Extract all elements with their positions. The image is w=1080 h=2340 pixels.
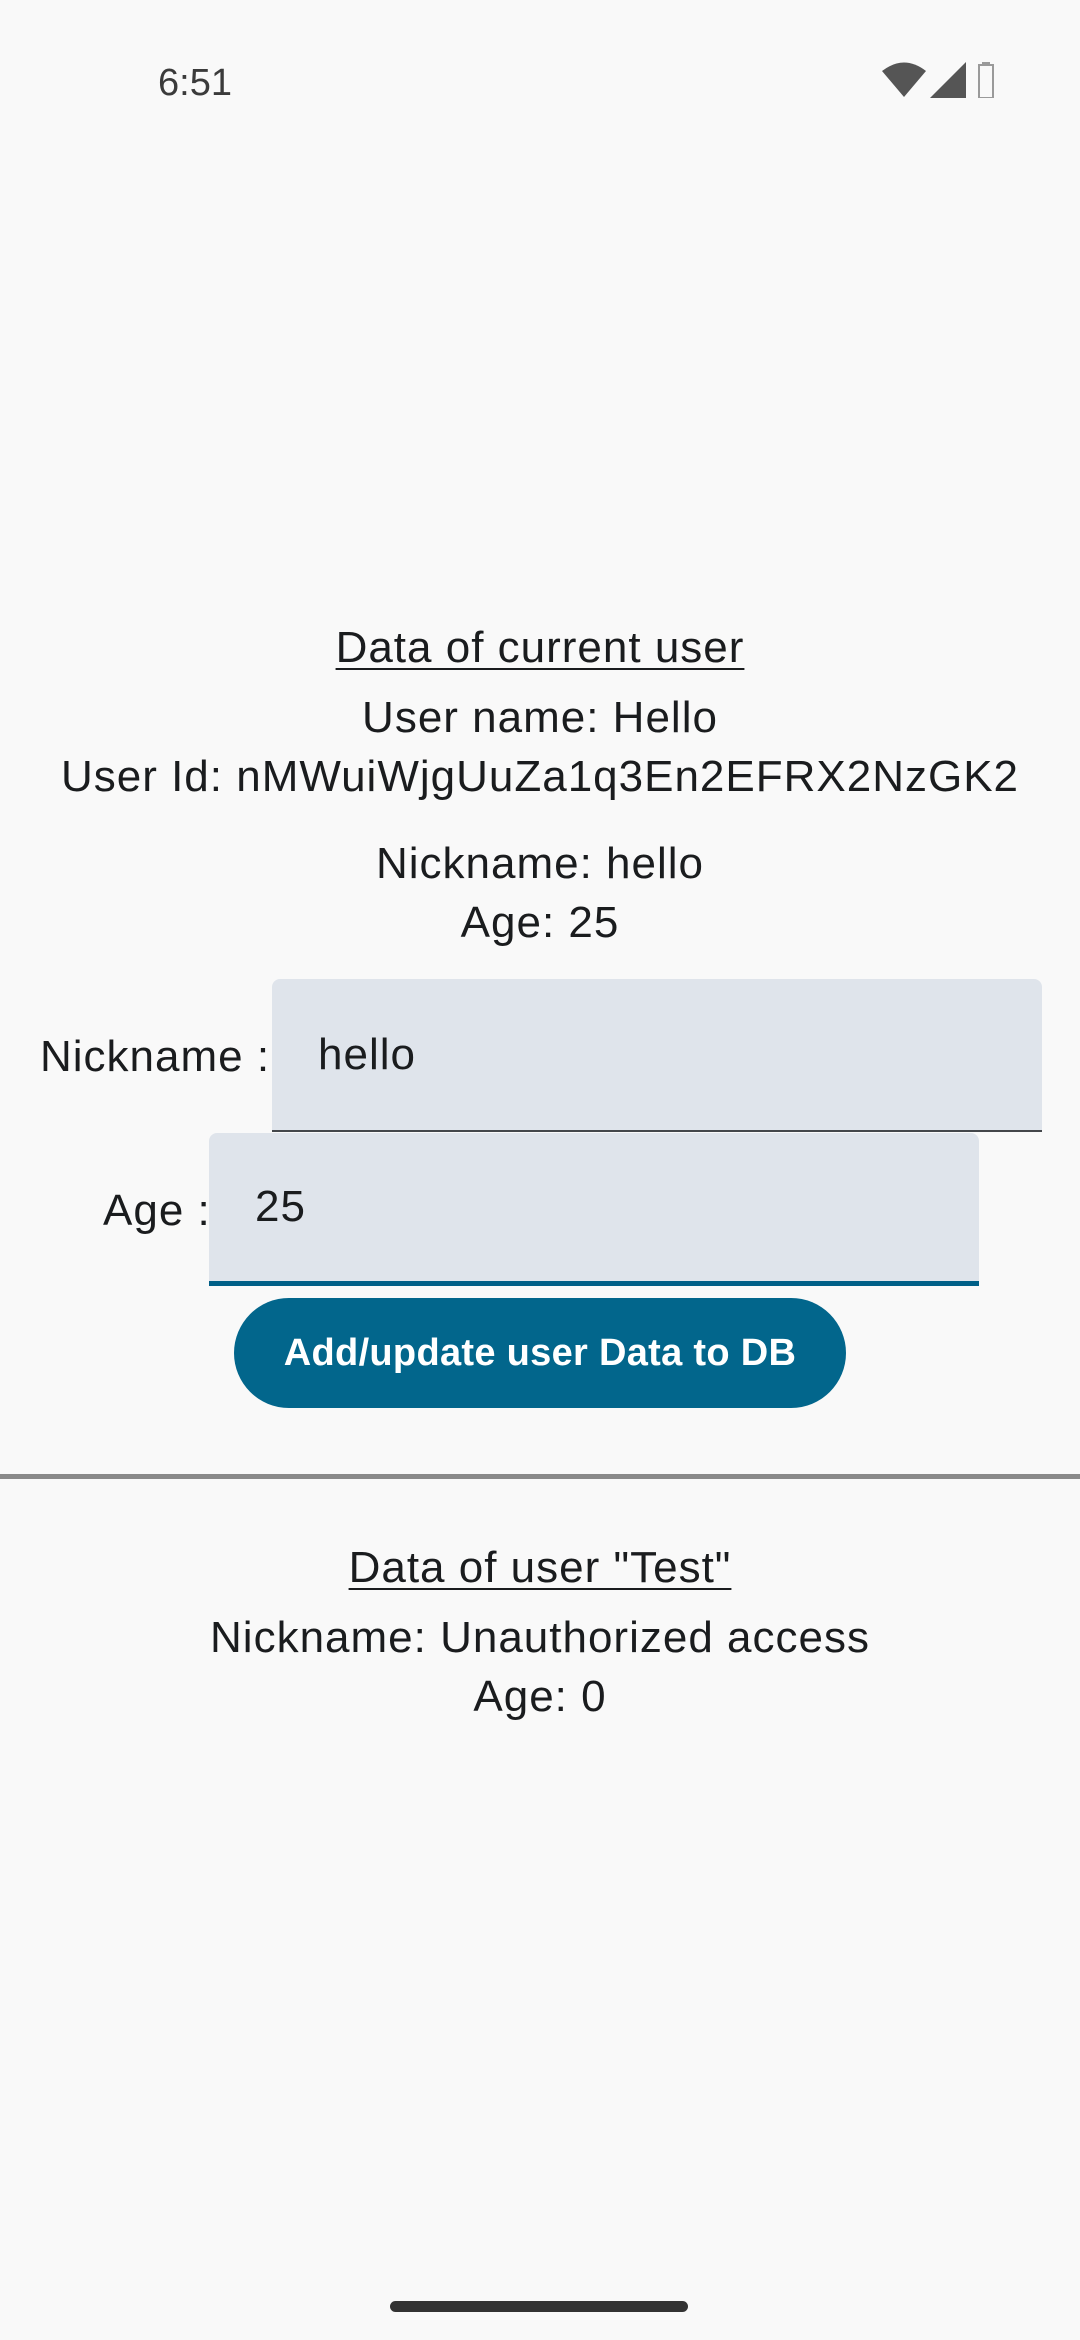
cell-signal-icon <box>930 62 966 98</box>
age-field[interactable]: 25 <box>209 1133 979 1286</box>
test-user-heading: Data of user "Test" <box>348 1543 732 1592</box>
current-user-name: User name: Hello <box>362 693 718 742</box>
home-indicator[interactable] <box>390 2301 688 2312</box>
wifi-icon <box>882 62 926 97</box>
nickname-field-value: hello <box>318 1029 416 1079</box>
age-field-value: 25 <box>255 1182 306 1231</box>
current-user-age: Age: 25 <box>460 898 620 947</box>
current-user-nickname: Nickname: hello <box>375 839 705 888</box>
divider <box>0 1474 1080 1479</box>
battery-icon <box>978 62 994 98</box>
status-time: 6:51 <box>158 62 232 104</box>
status-bar: 6:51 <box>0 0 1080 120</box>
current-user-id: User Id: nMWuiWjgUuZa1q3En2EFRX2NzGK2 <box>60 752 1020 801</box>
test-user-age: Age: 0 <box>473 1672 607 1721</box>
current-user-heading: Data of current user <box>335 623 745 672</box>
test-user-nickname: Nickname: Unauthorized access <box>210 1613 870 1662</box>
age-label: Age : <box>103 1186 211 1235</box>
add-update-user-button[interactable]: Add/update user Data to DB <box>234 1298 846 1408</box>
nickname-field[interactable]: hello <box>272 979 1042 1132</box>
nickname-label: Nickname : <box>40 1032 271 1081</box>
status-icons <box>882 62 1012 102</box>
